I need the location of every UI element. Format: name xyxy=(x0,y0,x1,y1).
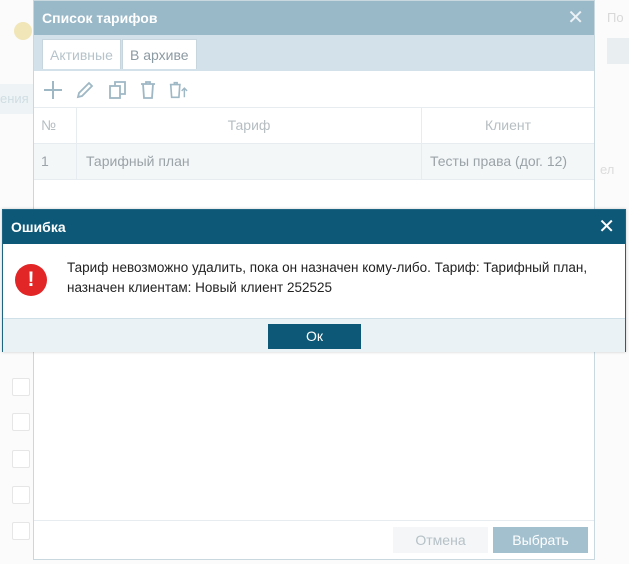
tab-archive[interactable]: В архиве xyxy=(122,39,197,69)
background-tab: ения xyxy=(0,84,34,114)
copy-icon[interactable] xyxy=(108,80,128,100)
ok-button[interactable]: Ок xyxy=(268,324,361,349)
column-header-number[interactable]: № xyxy=(34,108,77,143)
background-checkbox xyxy=(12,413,30,431)
background-button xyxy=(607,38,629,64)
cancel-button[interactable]: Отмена xyxy=(393,527,488,553)
add-icon[interactable] xyxy=(43,80,63,100)
table-row[interactable]: 1 Тарифный план Тесты права (дог. 12) xyxy=(34,144,594,180)
dialog-header: Список тарифов ✕ xyxy=(34,1,594,35)
background-label: По xyxy=(607,10,624,25)
background-checkbox xyxy=(12,522,30,540)
row-tariff: Тарифный план xyxy=(77,144,422,179)
background-label-2: ел xyxy=(600,162,615,177)
column-header-tariff[interactable]: Тариф xyxy=(77,108,422,143)
select-button[interactable]: Выбрать xyxy=(493,527,588,553)
column-header-client[interactable]: Клиент xyxy=(422,108,594,143)
dialog-title: Список тарифов xyxy=(42,10,158,26)
toolbar xyxy=(34,71,594,108)
row-client: Тесты права (дог. 12) xyxy=(430,153,568,169)
background-checkbox xyxy=(12,486,30,504)
error-dialog-header: Ошибка ✕ xyxy=(3,210,625,244)
error-dialog: Ошибка ✕ ! Тариф невозможно удалить, пок… xyxy=(2,209,626,352)
edit-icon[interactable] xyxy=(75,80,95,100)
error-dialog-body: ! Тариф невозможно удалить, пока он назн… xyxy=(3,244,625,319)
close-icon[interactable]: ✕ xyxy=(598,210,615,244)
tab-active[interactable]: Активные xyxy=(42,39,121,69)
close-icon[interactable]: ✕ xyxy=(567,1,584,35)
error-message: Тариф невозможно удалить, пока он назнач… xyxy=(67,260,588,295)
error-dialog-title: Ошибка xyxy=(11,219,66,235)
background-checkbox xyxy=(12,450,30,468)
table-header: № Тариф Клиент xyxy=(34,108,594,144)
row-number: 1 xyxy=(34,144,77,179)
dialog-footer: Отмена Выбрать xyxy=(34,520,594,559)
tab-bar: Активные В архиве xyxy=(34,35,594,71)
delete-icon[interactable] xyxy=(138,80,158,100)
background-checkbox xyxy=(12,378,30,396)
error-dialog-footer: Ок xyxy=(3,319,625,352)
status-icon xyxy=(14,22,32,40)
archive-icon[interactable] xyxy=(168,80,188,100)
error-icon: ! xyxy=(15,264,47,296)
